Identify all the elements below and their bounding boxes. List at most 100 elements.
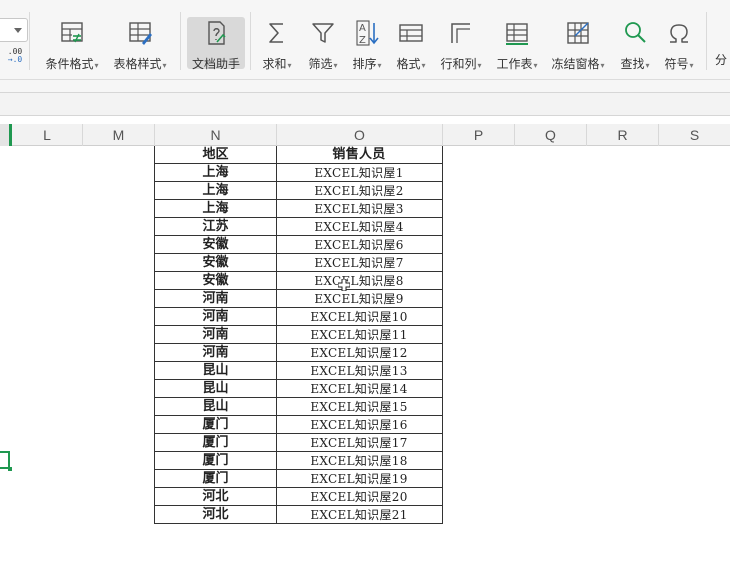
salesperson-cell[interactable]: EXCEL知识屋2	[276, 182, 443, 200]
number-format-combo[interactable]	[0, 18, 28, 42]
decrease-decimal-button[interactable]: .00 →.0	[6, 48, 24, 66]
salesperson-cell[interactable]: EXCEL知识屋6	[276, 236, 443, 254]
region-cell[interactable]: 安徽	[154, 236, 277, 254]
sort-icon: A Z	[356, 20, 379, 46]
region-cell[interactable]: 河南	[154, 308, 277, 326]
toolbar-divider	[706, 12, 707, 70]
region-cell[interactable]: 江苏	[154, 218, 277, 236]
row-col-icon	[451, 23, 470, 43]
table-style-button[interactable]: 表格样式▾	[108, 17, 172, 71]
region-cell[interactable]: 河南	[154, 290, 277, 308]
salesperson-cell[interactable]: EXCEL知识屋16	[276, 416, 443, 434]
dropdown-arrow-icon: ▾	[162, 61, 167, 70]
filter-button[interactable]: 筛选▾	[302, 17, 344, 71]
conditional-format-label: 条件格式	[45, 57, 94, 71]
column-header-p[interactable]: P	[443, 124, 515, 146]
salesperson-cell[interactable]: EXCEL知识屋4	[276, 218, 443, 236]
column-header-o[interactable]: O	[277, 124, 443, 146]
chevron-down-icon	[14, 28, 22, 33]
region-cell[interactable]: 安徽	[154, 254, 277, 272]
symbol-label: 符号	[664, 57, 689, 71]
salesperson-cell[interactable]: EXCEL知识屋19	[276, 470, 443, 488]
header-cell-region[interactable]: 地区	[154, 146, 277, 164]
sort-button[interactable]: A Z 排序▾	[346, 17, 388, 71]
region-cell[interactable]: 昆山	[154, 380, 277, 398]
row-col-button[interactable]: 行和列▾	[436, 17, 486, 71]
salesperson-cell[interactable]: EXCEL知识屋11	[276, 326, 443, 344]
active-column-indicator	[0, 124, 12, 146]
column-header-q[interactable]: Q	[515, 124, 587, 146]
toolbar-divider	[250, 12, 251, 70]
table-row: 河南 EXCEL知识屋9	[154, 290, 443, 308]
salesperson-cell[interactable]: EXCEL知识屋21	[276, 506, 443, 524]
region-cell[interactable]: 厦门	[154, 416, 277, 434]
toolbar-divider	[29, 12, 30, 70]
symbol-button[interactable]: 符号▾	[658, 17, 700, 71]
table-row: 上海 EXCEL知识屋2	[154, 182, 443, 200]
freeze-panes-button[interactable]: 冻结窗格▾	[548, 17, 608, 71]
region-cell[interactable]: 厦门	[154, 452, 277, 470]
region-cell[interactable]: 河南	[154, 326, 277, 344]
worksheet-label: 工作表	[496, 57, 533, 71]
table-row: 河北 EXCEL知识屋21	[154, 506, 443, 524]
region-cell[interactable]: 昆山	[154, 362, 277, 380]
sum-button[interactable]: 求和▾	[256, 17, 298, 71]
conditional-format-icon	[61, 22, 83, 43]
fill-handle[interactable]	[8, 467, 12, 471]
dropdown-arrow-icon: ▾	[94, 61, 99, 70]
salesperson-cell[interactable]: EXCEL知识屋15	[276, 398, 443, 416]
region-cell[interactable]: 河南	[154, 344, 277, 362]
salesperson-cell[interactable]: EXCEL知识屋14	[276, 380, 443, 398]
column-header-r[interactable]: R	[587, 124, 659, 146]
region-cell[interactable]: 安徽	[154, 272, 277, 290]
salesperson-cell[interactable]: EXCEL知识屋7	[276, 254, 443, 272]
column-header-l[interactable]: L	[12, 124, 83, 146]
salesperson-cell[interactable]: EXCEL知识屋17	[276, 434, 443, 452]
region-cell[interactable]: 厦门	[154, 434, 277, 452]
region-cell[interactable]: 河北	[154, 506, 277, 524]
region-cell[interactable]: 上海	[154, 182, 277, 200]
column-header-row: L M N O P Q R S	[0, 124, 730, 146]
dropdown-arrow-icon: ▾	[287, 61, 292, 70]
split-icon	[713, 19, 730, 47]
salesperson-cell[interactable]: EXCEL知识屋3	[276, 200, 443, 218]
conditional-format-button[interactable]: 条件格式▾	[40, 17, 104, 71]
header-cell-salesperson[interactable]: 销售人员	[276, 146, 443, 164]
salesperson-cell[interactable]: EXCEL知识屋13	[276, 362, 443, 380]
column-header-m[interactable]: M	[83, 124, 155, 146]
dropdown-arrow-icon: ▾	[689, 61, 694, 70]
table-row: 安徽 EXCEL知识屋8	[154, 272, 443, 290]
salesperson-cell[interactable]: EXCEL知识屋8	[276, 272, 443, 290]
salesperson-cell[interactable]: EXCEL知识屋1	[276, 164, 443, 182]
format-button[interactable]: 格式▾	[390, 17, 432, 71]
table-row: 河南 EXCEL知识屋12	[154, 344, 443, 362]
column-header-s[interactable]: S	[659, 124, 730, 146]
dropdown-arrow-icon: ▾	[645, 61, 650, 70]
worksheet-icon	[506, 23, 528, 45]
region-cell[interactable]: 昆山	[154, 398, 277, 416]
search-icon	[625, 22, 646, 43]
salesperson-cell[interactable]: EXCEL知识屋9	[276, 290, 443, 308]
salesperson-cell[interactable]: EXCEL知识屋18	[276, 452, 443, 470]
region-cell[interactable]: 上海	[154, 200, 277, 218]
table-row: 江苏 EXCEL知识屋4	[154, 218, 443, 236]
doc-assistant-button[interactable]: 文档助手	[187, 17, 245, 71]
svg-text:Z: Z	[359, 35, 366, 46]
table-row: 昆山 EXCEL知识屋13	[154, 362, 443, 380]
worksheet-button[interactable]: 工作表▾	[492, 17, 542, 71]
formula-bar[interactable]	[0, 92, 730, 116]
table-style-label: 表格样式	[113, 57, 162, 71]
find-button[interactable]: 查找▾	[614, 17, 656, 71]
salesperson-cell[interactable]: EXCEL知识屋12	[276, 344, 443, 362]
column-header-n[interactable]: N	[155, 124, 277, 146]
salesperson-cell[interactable]: EXCEL知识屋10	[276, 308, 443, 326]
table-header-row: 地区 销售人员	[154, 146, 443, 164]
region-cell[interactable]: 厦门	[154, 470, 277, 488]
region-cell[interactable]: 上海	[154, 164, 277, 182]
salesperson-cell[interactable]: EXCEL知识屋20	[276, 488, 443, 506]
table-row: 厦门 EXCEL知识屋18	[154, 452, 443, 470]
region-cell[interactable]: 河北	[154, 488, 277, 506]
table-row: 上海 EXCEL知识屋3	[154, 200, 443, 218]
split-button[interactable]: 分	[712, 17, 730, 69]
dropdown-arrow-icon: ▾	[333, 61, 338, 70]
